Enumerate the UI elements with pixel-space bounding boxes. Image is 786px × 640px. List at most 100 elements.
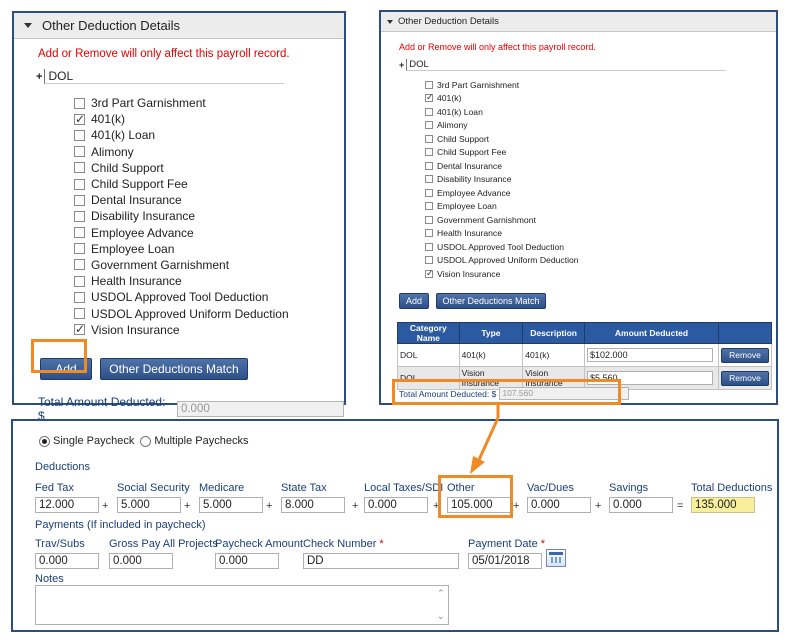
checkbox-item[interactable]: 401(k) Loan (74, 127, 289, 143)
local-taxes-input[interactable]: 0.000 (364, 497, 428, 513)
checkbox-icon[interactable] (74, 97, 85, 109)
checkbox-icon[interactable] (74, 227, 85, 239)
notes-scrollbar[interactable]: ⌃ ⌄ (436, 586, 448, 624)
checkbox-icon[interactable] (425, 175, 433, 184)
checkbox-item[interactable]: 401(k) (74, 111, 289, 127)
checkbox-icon[interactable] (425, 215, 433, 224)
checkbox-checked-icon[interactable] (425, 268, 434, 279)
checkbox-item[interactable]: 3rd Part Garnishment (425, 78, 579, 92)
checkbox-checked-icon[interactable] (74, 112, 85, 126)
checkbox-icon[interactable] (74, 243, 85, 255)
checkbox-icon[interactable] (74, 162, 85, 174)
fed-tax-input[interactable]: 12.000 (35, 497, 99, 513)
checkbox-item[interactable]: Health Insurance (74, 273, 289, 289)
checkbox-icon[interactable] (425, 229, 433, 238)
panel-header[interactable]: Other Deduction Details (14, 13, 344, 39)
checkbox-icon[interactable] (74, 308, 85, 320)
checkbox-item[interactable]: Employee Advance (74, 225, 289, 241)
expand-plus-icon[interactable]: + (399, 60, 404, 70)
checkbox-item[interactable]: Health Insurance (425, 227, 579, 241)
calendar-icon[interactable] (546, 549, 566, 567)
checkbox-item[interactable]: Child Support (74, 160, 289, 176)
expand-plus-icon[interactable]: + (36, 71, 42, 83)
checkbox-item[interactable]: Child Support Fee (74, 176, 289, 192)
radio-multiple-paychecks[interactable]: Multiple Paychecks (140, 435, 248, 447)
checkbox-icon[interactable] (74, 146, 85, 158)
add-button[interactable]: Add (399, 293, 429, 309)
checkbox-icon[interactable] (425, 134, 433, 143)
scroll-up-icon[interactable]: ⌃ (437, 589, 445, 598)
checkbox-icon[interactable] (74, 194, 85, 206)
tree-node[interactable]: + DOL (399, 59, 727, 71)
equals-operator: = (677, 500, 684, 512)
tree-node[interactable]: + DOL (36, 69, 285, 84)
radio-unselected-icon[interactable] (140, 435, 152, 447)
checkbox-icon[interactable] (74, 178, 85, 190)
checkbox-item[interactable]: Alimony (74, 144, 289, 160)
gross-pay-input[interactable]: 0.000 (109, 553, 173, 569)
savings-input[interactable]: 0.000 (609, 497, 673, 513)
checkbox-icon[interactable] (425, 202, 433, 211)
checkbox-icon[interactable] (74, 259, 85, 271)
checkbox-item[interactable]: Vision Insurance (74, 322, 289, 338)
checkbox-item[interactable]: Disability Insurance (425, 173, 579, 187)
caret-down-icon[interactable] (24, 23, 32, 28)
checkbox-icon[interactable] (425, 188, 433, 197)
checkbox-icon[interactable] (425, 161, 433, 170)
scroll-down-icon[interactable]: ⌄ (437, 612, 445, 621)
add-button[interactable]: Add (40, 358, 92, 380)
panel-header[interactable]: Other Deduction Details (381, 12, 776, 32)
checkbox-item[interactable]: USDOL Approved Tool Deduction (425, 240, 579, 254)
checkbox-item[interactable]: Disability Insurance (74, 208, 289, 224)
checkbox-item[interactable]: Dental Insurance (74, 192, 289, 208)
checkbox-icon[interactable] (74, 275, 85, 287)
remove-button[interactable]: Remove (721, 370, 769, 386)
check-number-input[interactable]: DD (303, 553, 459, 569)
checkbox-item[interactable]: USDOL Approved Uniform Deduction (425, 254, 579, 268)
checkbox-checked-icon[interactable] (425, 92, 434, 103)
checkbox-icon[interactable] (74, 129, 85, 141)
checkbox-icon[interactable] (425, 107, 433, 116)
payment-date-input[interactable]: 05/01/2018 (468, 553, 542, 569)
checkbox-item[interactable]: USDOL Approved Uniform Deduction (74, 305, 289, 321)
checkbox-icon[interactable] (425, 256, 433, 265)
checkbox-item[interactable]: Employee Loan (425, 200, 579, 214)
medicare-input[interactable]: 5.000 (199, 497, 263, 513)
trav-subs-input[interactable]: 0.000 (35, 553, 99, 569)
other-deductions-match-button[interactable]: Other Deductions Match (436, 293, 546, 309)
remove-button[interactable]: Remove (721, 347, 769, 363)
checkbox-item[interactable]: 401(k) Loan (425, 105, 579, 119)
checkbox-item[interactable]: 401(k) (425, 92, 579, 106)
amount-input[interactable]: $102.000 (587, 348, 714, 362)
checkbox-item[interactable]: Employee Loan (74, 241, 289, 257)
checkbox-item[interactable]: Employee Advance (425, 186, 579, 200)
radio-single-paycheck[interactable]: Single Paycheck (39, 435, 134, 447)
checkbox-checked-icon[interactable] (74, 322, 85, 336)
checkbox-icon[interactable] (425, 242, 433, 251)
caret-down-icon[interactable] (387, 19, 393, 24)
other-deductions-match-button[interactable]: Other Deductions Match (100, 358, 248, 380)
vac-dues-input[interactable]: 0.000 (527, 497, 591, 513)
notes-textarea[interactable]: ⌃ ⌄ (35, 585, 449, 625)
paycheck-amount-input[interactable]: 0.000 (215, 553, 279, 569)
checkbox-item[interactable]: Dental Insurance (425, 159, 579, 173)
state-tax-input[interactable]: 8.000 (281, 497, 345, 513)
total-deductions-input: 135.000 (691, 497, 755, 513)
amount-input[interactable]: $5.560 (587, 371, 714, 385)
checkbox-item[interactable]: Government Garnishmont (425, 213, 579, 227)
other-input[interactable]: 105.000 (447, 497, 511, 513)
checkbox-icon[interactable] (425, 148, 433, 157)
checkbox-item[interactable]: Child Support (425, 132, 579, 146)
checkbox-item[interactable]: Government Garnishment (74, 257, 289, 273)
checkbox-item[interactable]: USDOL Approved Tool Deduction (74, 289, 289, 305)
social-security-input[interactable]: 5.000 (117, 497, 181, 513)
checkbox-icon[interactable] (74, 210, 85, 222)
checkbox-icon[interactable] (425, 80, 433, 89)
checkbox-item[interactable]: Alimony (425, 119, 579, 133)
checkbox-item[interactable]: Child Support Fee (425, 146, 579, 160)
checkbox-item[interactable]: Vision Insurance (425, 267, 579, 281)
radio-selected-icon[interactable] (39, 435, 50, 447)
checkbox-icon[interactable] (74, 291, 85, 303)
checkbox-item[interactable]: 3rd Part Garnishment (74, 95, 289, 111)
checkbox-icon[interactable] (425, 121, 433, 130)
